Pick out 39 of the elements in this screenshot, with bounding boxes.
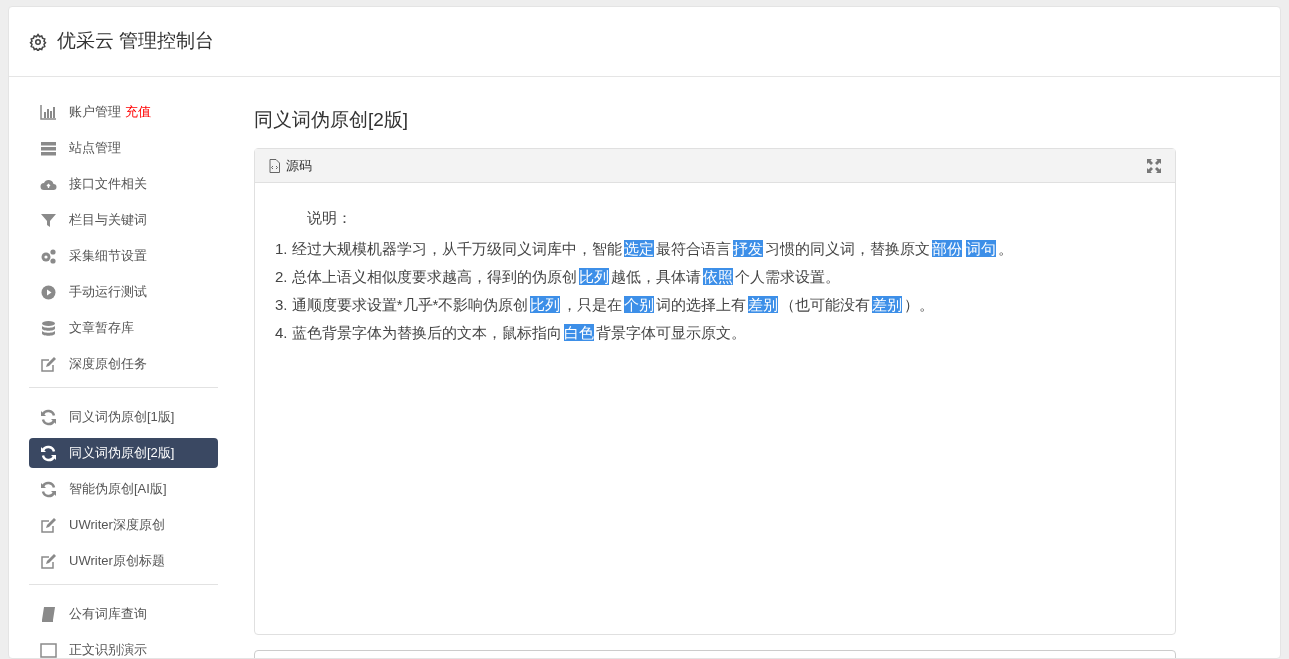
instruction-line: 1. 经过大规模机器学习，从千万级同义词库中，智能选定最符合语言抒发习惯的同义词，替换原文部份 词句。: [275, 239, 1013, 259]
play-icon: [40, 283, 57, 301]
page-title: 同义词伪原创[2版]: [254, 108, 410, 132]
sidebar-item[interactable]: 正文识别演示: [29, 635, 218, 658]
server-icon: [40, 139, 57, 157]
instruction-line: 4. 蓝色背景字体为替换后的文本，鼠标指向 白色背景字体可显示原文。: [275, 323, 746, 343]
instruction-line: 2. 总体上语义相似度要求越高，得到的伪原创 比列越低，具体请依照个人需求设置。: [275, 267, 840, 287]
refresh-icon: [40, 480, 57, 498]
edit-icon: [40, 355, 57, 373]
settings-icon: [29, 32, 47, 51]
sidebar-item[interactable]: 同义词伪原创[1版]: [29, 402, 218, 432]
refresh-icon: [40, 444, 57, 462]
sidebar-item[interactable]: 采集细节设置: [29, 241, 218, 271]
app-title: 优采云 管理控制台: [57, 29, 215, 54]
sidebar-item[interactable]: UWriter原创标题: [29, 546, 218, 576]
sidebar-item[interactable]: 接口文件相关: [29, 169, 218, 199]
bar-chart-icon: [40, 103, 57, 121]
panel-title: 源码: [286, 156, 312, 175]
code-file-icon: [269, 158, 280, 173]
sidebar-item[interactable]: 深度原创任务: [29, 349, 218, 379]
instruction-line: 3. 通顺度要求设置*几乎*不影响伪原创 比列，只是在个别词的选择上有差别（也可能没有差别）。: [275, 295, 935, 315]
edit-icon: [40, 552, 57, 570]
window-icon: [40, 641, 57, 658]
sidebar-item[interactable]: UWriter深度原创: [29, 510, 218, 540]
edit-icon: [40, 516, 57, 534]
sidebar-item[interactable]: 手动运行测试: [29, 277, 218, 307]
filter-icon: [40, 211, 57, 229]
sidebar-item[interactable]: 栏目与关键词: [29, 205, 218, 235]
sidebar-item[interactable]: 公有词库查询: [29, 599, 218, 629]
recharge-link[interactable]: 充值: [125, 102, 151, 122]
sidebar-item[interactable]: 智能伪原创[AI版]: [29, 474, 218, 504]
intro-label: 说明：: [306, 208, 352, 228]
fullscreen-icon[interactable]: [1147, 158, 1161, 173]
sidebar-item[interactable]: 文章暂存库: [29, 313, 218, 343]
sidebar-item[interactable]: 站点管理: [29, 133, 218, 163]
database-icon: [40, 319, 57, 337]
refresh-icon: [40, 408, 57, 426]
sidebar-item[interactable]: 账户管理 充值: [29, 97, 218, 127]
sidebar-item[interactable]: 同义词伪原创[2版]: [29, 438, 218, 468]
